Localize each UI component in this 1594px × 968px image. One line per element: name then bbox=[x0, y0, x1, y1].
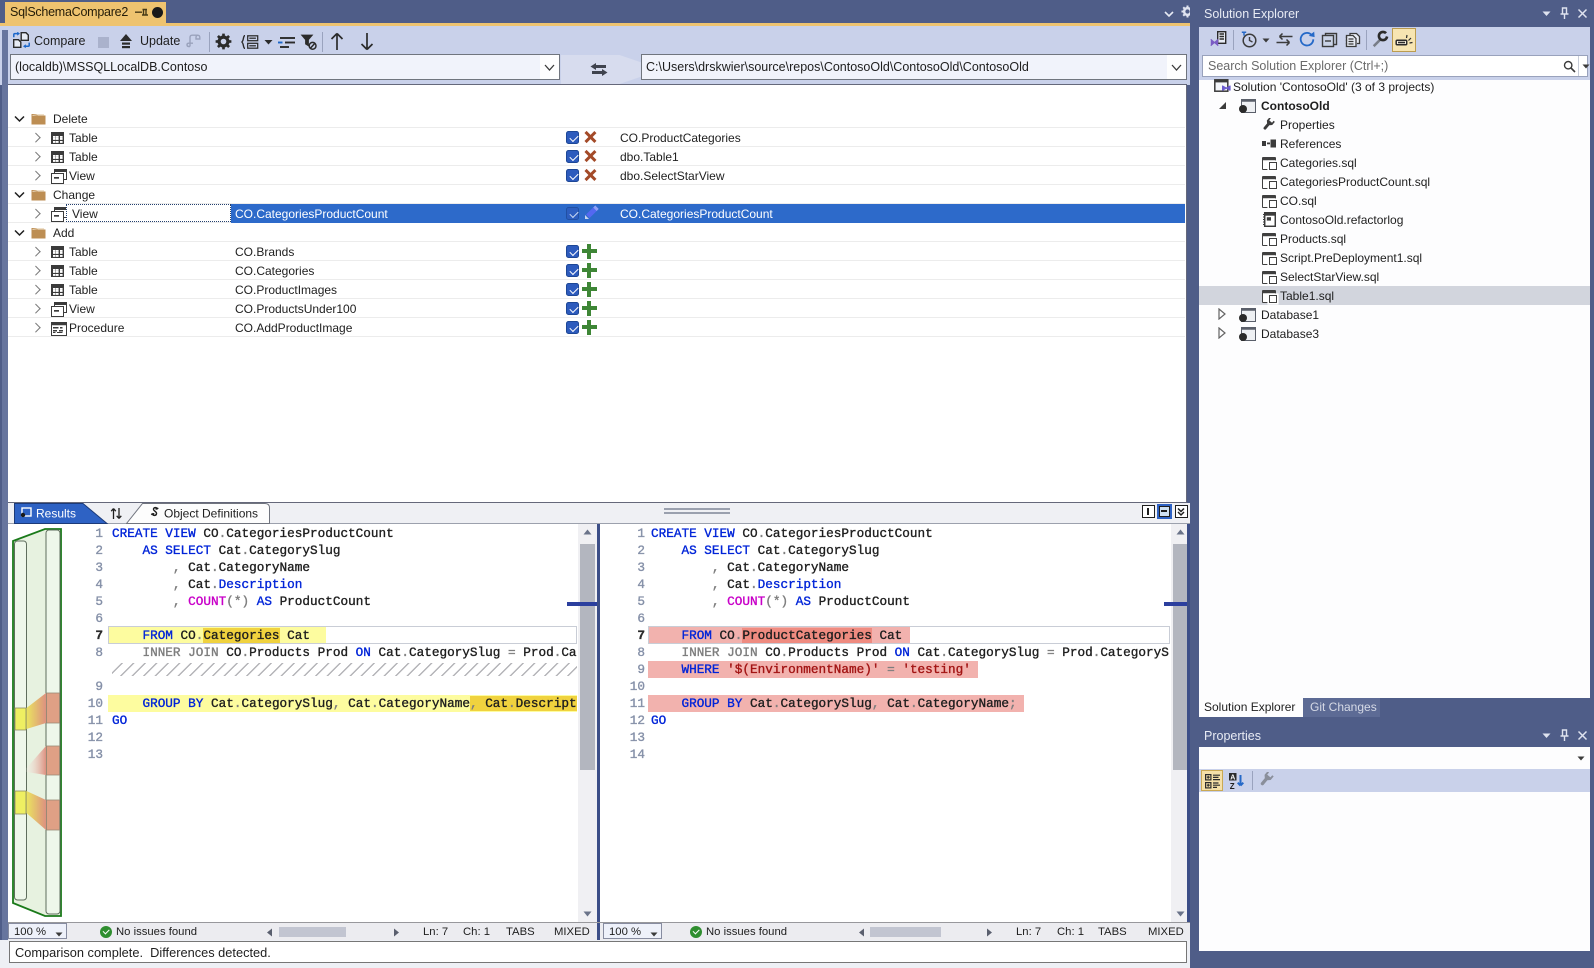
svg-text:Results: Results bbox=[36, 507, 76, 521]
svg-text:A: A bbox=[1230, 774, 1235, 781]
svg-text:Z: Z bbox=[1230, 782, 1235, 789]
svg-text:Object Definitions: Object Definitions bbox=[164, 507, 258, 521]
